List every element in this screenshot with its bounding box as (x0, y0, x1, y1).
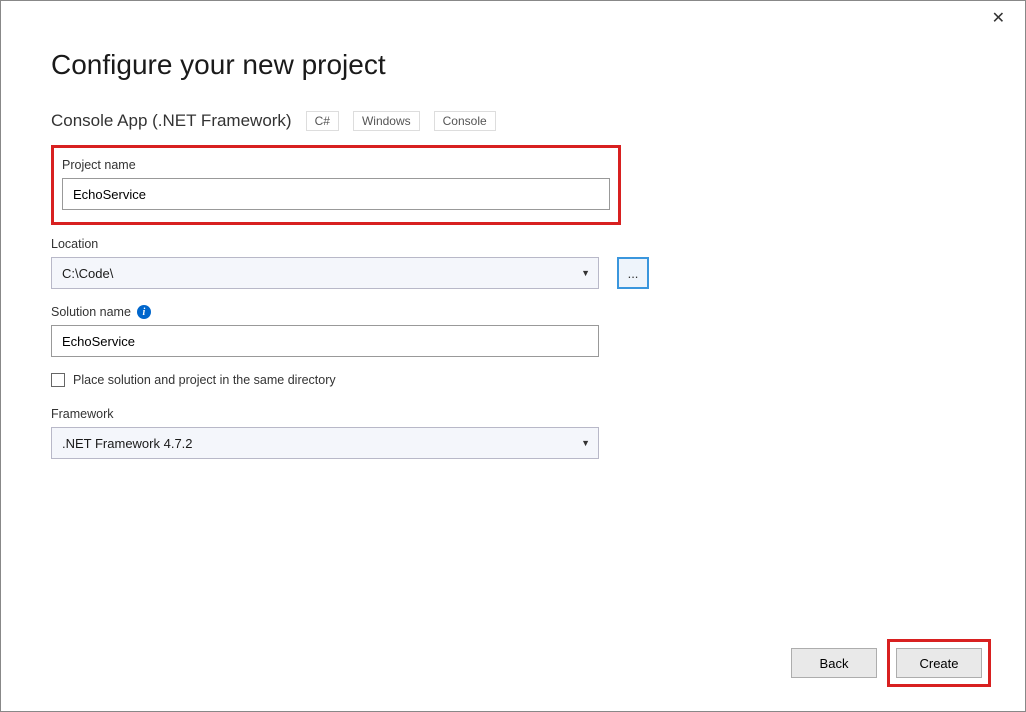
location-combo[interactable]: C:\Code\ ▼ (51, 257, 599, 289)
browse-button[interactable]: ... (617, 257, 649, 289)
location-block: Location C:\Code\ ▼ ... (51, 237, 975, 289)
solution-name-label: Solution name (51, 305, 131, 319)
location-label: Location (51, 237, 975, 251)
project-name-label: Project name (62, 158, 610, 172)
solution-name-block: Solution name i (51, 305, 975, 357)
tag-windows: Windows (353, 111, 420, 131)
framework-block: Framework .NET Framework 4.7.2 ▼ (51, 407, 975, 459)
dialog-content: Configure your new project Console App (… (1, 1, 1025, 459)
solution-name-input[interactable] (51, 325, 599, 357)
configure-project-dialog: ✕ Configure your new project Console App… (0, 0, 1026, 712)
chevron-down-icon: ▼ (581, 438, 590, 448)
framework-label: Framework (51, 407, 975, 421)
page-title: Configure your new project (51, 49, 975, 81)
chevron-down-icon: ▼ (581, 268, 590, 278)
create-button-highlight: Create (887, 639, 991, 687)
project-name-input[interactable] (62, 178, 610, 210)
close-icon[interactable]: ✕ (984, 7, 1013, 31)
same-directory-label: Place solution and project in the same d… (73, 373, 336, 387)
dialog-footer: Back Create (791, 639, 991, 687)
same-directory-row[interactable]: Place solution and project in the same d… (51, 373, 975, 387)
template-info-row: Console App (.NET Framework) C# Windows … (51, 111, 975, 131)
info-icon[interactable]: i (137, 305, 151, 319)
create-button[interactable]: Create (896, 648, 982, 678)
same-directory-checkbox[interactable] (51, 373, 65, 387)
location-value: C:\Code\ (62, 266, 113, 281)
tag-csharp: C# (306, 111, 339, 131)
tag-console: Console (434, 111, 496, 131)
back-button[interactable]: Back (791, 648, 877, 678)
project-name-highlight: Project name (51, 145, 621, 225)
framework-combo[interactable]: .NET Framework 4.7.2 ▼ (51, 427, 599, 459)
template-subtitle: Console App (.NET Framework) (51, 111, 292, 131)
framework-value: .NET Framework 4.7.2 (62, 436, 193, 451)
